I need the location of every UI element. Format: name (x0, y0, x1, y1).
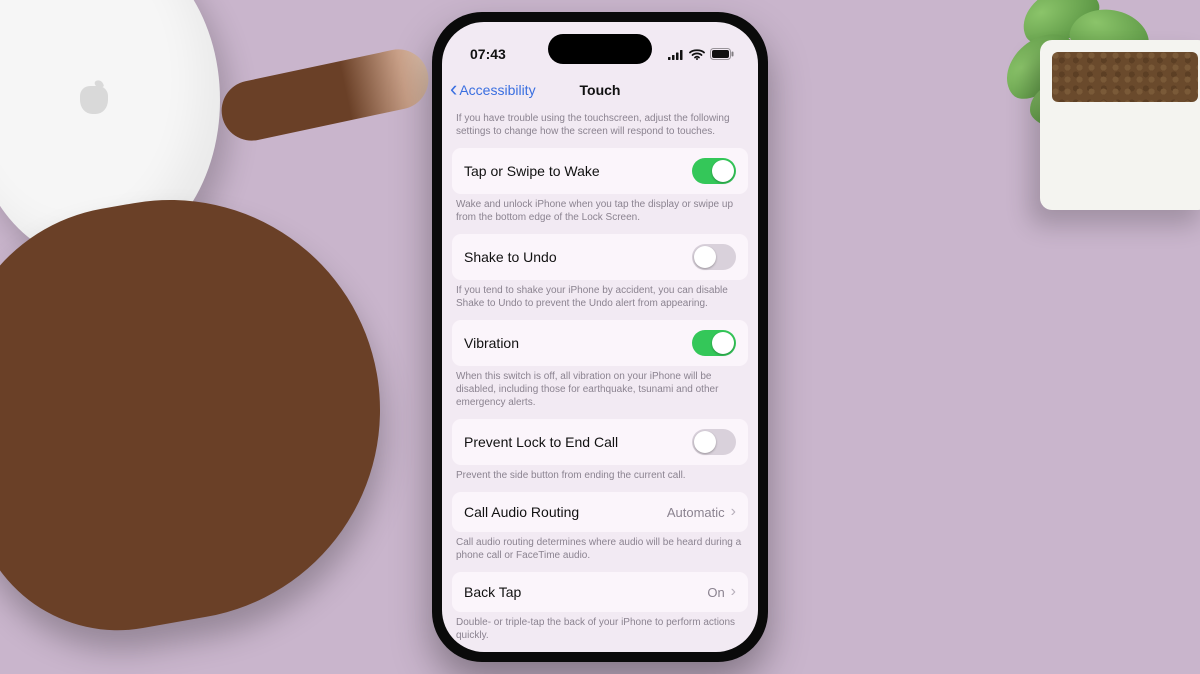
row-prevent-lock-to-end-call[interactable]: Prevent Lock to End Call (452, 419, 748, 465)
plant (1010, 0, 1200, 280)
toggle-vibration[interactable] (692, 330, 736, 356)
apple-logo-icon (80, 80, 108, 114)
nav-bar: ‹ Accessibility Touch (442, 72, 758, 108)
toggle-tap-or-swipe-to-wake[interactable] (692, 158, 736, 184)
wifi-icon (689, 49, 705, 60)
row-footer: Prevent the side button from ending the … (442, 465, 758, 492)
row-footer: If you tend to shake your iPhone by acci… (442, 280, 758, 320)
back-label: Accessibility (459, 82, 535, 98)
row-footer: Call audio routing determines where audi… (442, 532, 758, 572)
hand (0, 167, 413, 654)
chevron-right-icon: › (731, 583, 736, 601)
row-footer: Double- or triple-tap the back of your i… (442, 612, 758, 652)
intro-footer: If you have trouble using the touchscree… (442, 108, 758, 148)
row-shake-to-undo[interactable]: Shake to Undo (452, 234, 748, 280)
status-time: 07:43 (470, 46, 506, 62)
row-footer: When this switch is off, all vibration o… (442, 366, 758, 419)
row-label: Vibration (464, 335, 519, 351)
row-footer: Wake and unlock iPhone when you tap the … (442, 194, 758, 234)
row-vibration[interactable]: Vibration (452, 320, 748, 366)
row-label: Call Audio Routing (464, 504, 579, 520)
row-tap-or-swipe-to-wake[interactable]: Tap or Swipe to Wake (452, 148, 748, 194)
chevron-right-icon: › (731, 503, 736, 521)
settings-list[interactable]: If you have trouble using the touchscree… (442, 108, 758, 652)
row-value: On (707, 585, 724, 600)
dynamic-island (548, 34, 652, 64)
back-button[interactable]: ‹ Accessibility (450, 80, 536, 100)
chevron-left-icon: ‹ (450, 78, 457, 100)
cellular-icon (668, 49, 684, 60)
pointing-finger (216, 44, 434, 146)
battery-icon (710, 48, 734, 60)
row-label: Back Tap (464, 584, 521, 600)
row-label: Shake to Undo (464, 249, 557, 265)
row-value: Automatic (667, 505, 725, 520)
toggle-prevent-lock-to-end-call[interactable] (692, 429, 736, 455)
toggle-shake-to-undo[interactable] (692, 244, 736, 270)
row-back-tap[interactable]: Back Tap On › (452, 572, 748, 612)
row-call-audio-routing[interactable]: Call Audio Routing Automatic › (452, 492, 748, 532)
iphone-frame: 07:43 ‹ Accessibility Touch (432, 12, 768, 662)
row-label: Tap or Swipe to Wake (464, 163, 600, 179)
screen: 07:43 ‹ Accessibility Touch (442, 22, 758, 652)
row-label: Prevent Lock to End Call (464, 434, 618, 450)
